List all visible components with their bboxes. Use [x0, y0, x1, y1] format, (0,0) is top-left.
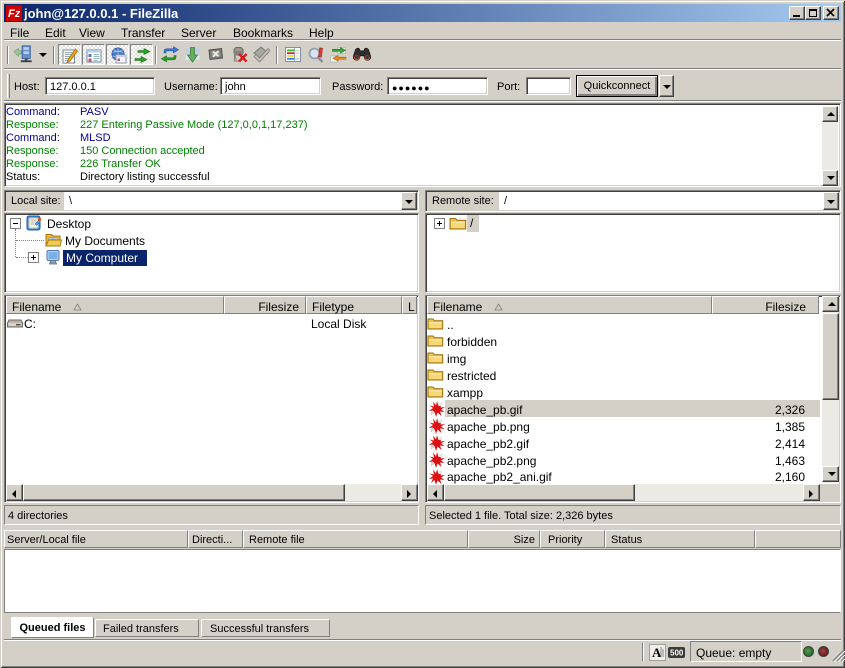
- svg-text:Fz: Fz: [8, 8, 21, 20]
- svg-text:500: 500: [670, 649, 684, 658]
